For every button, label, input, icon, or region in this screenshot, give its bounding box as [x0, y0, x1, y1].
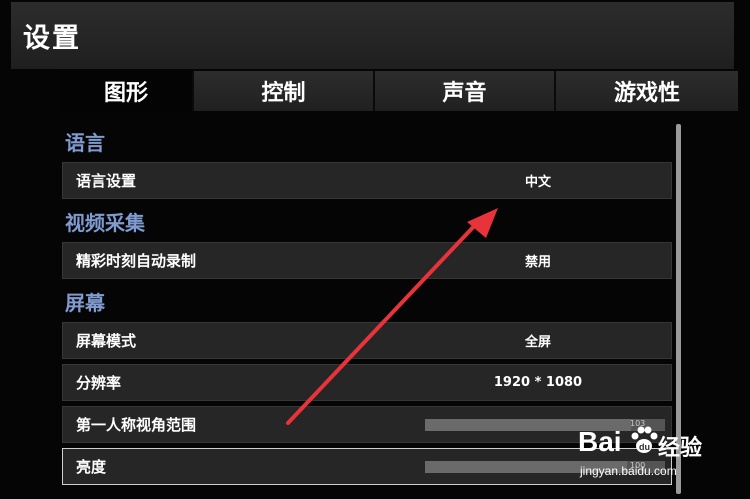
tab-controls[interactable]: 控制 — [192, 71, 373, 111]
watermark-brand: Bai — [578, 426, 622, 457]
watermark-url: jingyan.baidu.com — [580, 464, 677, 478]
tab-gameplay[interactable]: 游戏性 — [554, 71, 738, 111]
tab-graphics[interactable]: 图形 — [60, 71, 192, 111]
setting-value-dropdown[interactable]: 1920 * 1080 — [483, 375, 593, 390]
page-title: 设置 — [23, 23, 81, 54]
baidu-watermark: Bai du 经验 jingyan.baidu.com — [576, 418, 746, 488]
tab-sound[interactable]: 声音 — [373, 71, 554, 111]
setting-value-dropdown[interactable]: 中文 — [483, 171, 593, 190]
setting-label: 第一人称视角范围 — [76, 416, 197, 434]
paw-text: du — [639, 442, 650, 452]
title-bar: 设置 — [11, 2, 734, 69]
setting-label: 精彩时刻自动录制 — [76, 252, 197, 270]
settings-screen: 设置 图形 控制 声音 游戏性 语言 语言设置 中文 视频采集 精彩时刻自动录制… — [0, 0, 750, 499]
setting-row-auto-record[interactable]: 精彩时刻自动录制 禁用 — [62, 242, 672, 279]
paw-icon: du — [631, 426, 658, 453]
setting-value-dropdown[interactable]: 全屏 — [483, 331, 593, 350]
setting-label: 亮度 — [76, 458, 107, 476]
section-title-language: 语言 — [65, 131, 105, 155]
setting-row-screen-mode[interactable]: 屏幕模式 全屏 — [62, 322, 672, 359]
setting-label: 语言设置 — [76, 172, 137, 190]
settings-tabs: 图形 控制 声音 游戏性 — [60, 71, 738, 111]
setting-row-resolution[interactable]: 分辨率 1920 * 1080 — [62, 364, 672, 401]
section-title-screen: 屏幕 — [65, 291, 105, 315]
setting-row-language[interactable]: 语言设置 中文 — [62, 162, 672, 199]
watermark-cn: 经验 — [658, 436, 703, 461]
setting-label: 分辨率 — [76, 374, 122, 392]
setting-label: 屏幕模式 — [76, 332, 137, 350]
setting-value-dropdown[interactable]: 禁用 — [483, 251, 593, 270]
section-title-video-capture: 视频采集 — [65, 211, 145, 235]
